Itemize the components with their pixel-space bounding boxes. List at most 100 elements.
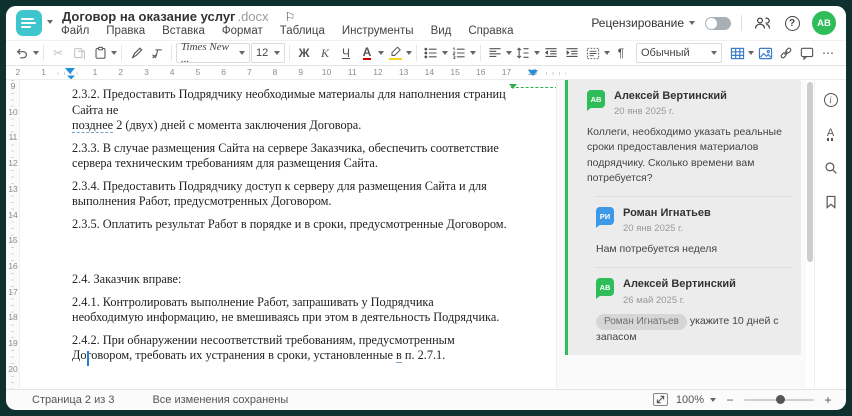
ruler-number: 9 — [10, 81, 16, 91]
vertical-scrollbar[interactable] — [807, 82, 813, 262]
paragraph-2-3-2[interactable]: 2.3.2. Предоставить Подрядчику необходим… — [72, 87, 508, 134]
align-caret-icon[interactable] — [506, 51, 512, 55]
insert-table-caret-icon[interactable] — [748, 51, 754, 55]
line-spacing-caret-icon[interactable] — [534, 51, 540, 55]
more-tools-button[interactable]: ⋯ — [818, 42, 838, 64]
paste-button[interactable] — [90, 42, 110, 64]
insert-image-button[interactable] — [755, 42, 775, 64]
left-indent-marker[interactable] — [67, 75, 75, 79]
paragraph-settings-button[interactable] — [583, 42, 603, 64]
ruler-number: 9 — [287, 67, 314, 77]
paragraph-2-4-1[interactable]: 2.4.1. Контролировать выполнение Работ, … — [72, 295, 508, 326]
paragraph-2-4-2[interactable]: 2.4.2. При обнаружении несоответствий тр… — [72, 333, 508, 364]
comment-2-author: Роман Игнатьев — [623, 207, 711, 220]
comment-anchor-word[interactable]: позднее — [72, 118, 114, 133]
numbered-list-caret-icon[interactable] — [470, 51, 476, 55]
menu-item[interactable]: Вставка — [162, 25, 205, 37]
ruler-number: 3 — [133, 67, 160, 77]
ruler-number: 13 — [8, 183, 18, 194]
show-marks-button[interactable]: ¶ — [611, 42, 631, 64]
menu-item[interactable]: Вид — [431, 25, 452, 37]
review-mode-dropdown[interactable]: Рецензирование — [591, 16, 695, 30]
bullet-list-button[interactable] — [421, 42, 441, 64]
mention-pill[interactable]: Роман Игнатьев — [596, 313, 687, 331]
document-page[interactable]: 2.3.2. Предоставить Подрядчику необходим… — [21, 80, 556, 389]
help-icon[interactable]: ? — [782, 13, 802, 33]
decrease-indent-button[interactable] — [541, 42, 561, 64]
bullet-list-caret-icon[interactable] — [442, 51, 448, 55]
zoom-in-button[interactable]: + — [822, 393, 834, 407]
underline-button[interactable]: Ч — [336, 42, 356, 64]
clear-formatting-button[interactable] — [147, 42, 167, 64]
spellcheck-icon[interactable]: А — [821, 124, 841, 144]
cut-button[interactable]: ✂ — [48, 42, 68, 64]
collaboration-users-icon[interactable] — [752, 13, 772, 33]
undo-button[interactable] — [12, 42, 32, 64]
ruler-number: 15 — [8, 235, 18, 246]
font-color-caret-icon[interactable] — [378, 51, 384, 55]
ruler-number: 5 — [185, 67, 211, 77]
ruler-number: 10 — [313, 67, 340, 77]
comment-thread[interactable]: АВ Алексей Вертинский 20 янв 2025 г. Кол… — [565, 80, 801, 356]
insert-table-button[interactable] — [727, 42, 747, 64]
menu-item[interactable]: Таблица — [280, 25, 325, 37]
insert-link-button[interactable] — [776, 42, 796, 64]
paragraph-style-select[interactable]: Обычный — [636, 43, 722, 63]
zoom-slider-handle[interactable] — [776, 395, 785, 404]
highlight-color-caret-icon[interactable] — [406, 51, 412, 55]
paragraph-2-3-3[interactable]: 2.3.3. В случае размещения Сайта на серв… — [72, 141, 508, 172]
app-logo-menu-button[interactable] — [16, 10, 42, 36]
fit-width-button[interactable] — [652, 393, 668, 406]
paragraph-settings-caret-icon[interactable] — [604, 51, 610, 55]
line-spacing-button[interactable] — [513, 42, 533, 64]
menu-item[interactable]: Файл — [61, 25, 89, 37]
review-toggle[interactable] — [705, 16, 731, 30]
document-text[interactable]: 2.3.2. Предоставить Подрядчику необходим… — [21, 80, 532, 364]
font-family-select[interactable]: Times New ... — [176, 41, 250, 65]
undo-dropdown-caret-icon[interactable] — [33, 51, 39, 55]
copy-button[interactable] — [69, 42, 89, 64]
first-line-indent-marker[interactable] — [65, 68, 75, 74]
search-icon[interactable] — [821, 158, 841, 178]
italic-button[interactable]: К — [315, 42, 335, 64]
font-color-button[interactable]: А — [357, 42, 377, 64]
review-caret-icon — [689, 21, 695, 25]
paragraph-2-3-5[interactable]: 2.3.5. Оплатить результат Работ в порядк… — [72, 217, 508, 233]
user-avatar[interactable]: АВ — [812, 11, 836, 35]
comment-3-author: Алексей Вертинский — [623, 278, 736, 291]
logo-dropdown-caret-icon[interactable] — [47, 20, 53, 24]
zoom-slider[interactable] — [744, 395, 814, 404]
zoom-out-button[interactable]: − — [724, 393, 736, 407]
menu-item[interactable]: Правка — [106, 25, 145, 37]
menu-item[interactable]: Формат — [222, 25, 263, 37]
zoom-level-select[interactable]: 100% — [676, 394, 716, 406]
bookmark-icon[interactable] — [821, 192, 841, 212]
format-painter-button[interactable] — [126, 42, 146, 64]
status-bar: Страница 2 из 3 Все изменения сохранены … — [6, 389, 846, 409]
align-left-button[interactable] — [485, 42, 505, 64]
vertical-ruler[interactable]: 9 10 11 12 13 14 15 16 17 18 19 20 — [6, 80, 20, 389]
about-info-icon[interactable]: i — [821, 90, 841, 110]
numbered-list-button[interactable] — [449, 42, 469, 64]
increase-indent-button[interactable] — [562, 42, 582, 64]
bold-button[interactable]: Ж — [294, 42, 314, 64]
highlight-color-button[interactable] — [385, 42, 405, 64]
paragraph-2-4[interactable]: 2.4. Заказчик вправе: — [72, 272, 508, 288]
toolbar-separator — [121, 45, 122, 61]
paragraph-2-3-4[interactable]: 2.3.4. Предоставить Подрядчику доступ к … — [72, 179, 508, 210]
comment-3-date: 26 май 2025 г. — [623, 294, 685, 306]
horizontal-ruler[interactable]: 2 1 1 2 3 4 5 6 7 8 9 10 11 12 13 14 15 16 17 18 — [6, 66, 846, 80]
right-indent-marker[interactable] — [528, 70, 538, 76]
menu-item[interactable]: Справка — [468, 25, 513, 37]
ruler-number: 6 — [210, 67, 237, 77]
toolbar: ✂ Times New ... 12 Ж К Ч А ¶ Обычный ⋯ — [6, 40, 846, 66]
document-title-text: Договор на оказание услуг — [62, 9, 236, 24]
flag-icon[interactable]: ⚐ — [285, 10, 296, 24]
ruler-number: 19 — [8, 338, 18, 349]
font-size-select[interactable]: 12 — [251, 43, 285, 63]
ruler-number: 1 — [82, 67, 108, 77]
menu-item[interactable]: Инструменты — [342, 25, 414, 37]
page-indicator[interactable]: Страница 2 из 3 — [32, 394, 114, 406]
paste-dropdown-caret-icon[interactable] — [111, 51, 117, 55]
insert-comment-button[interactable] — [797, 42, 817, 64]
